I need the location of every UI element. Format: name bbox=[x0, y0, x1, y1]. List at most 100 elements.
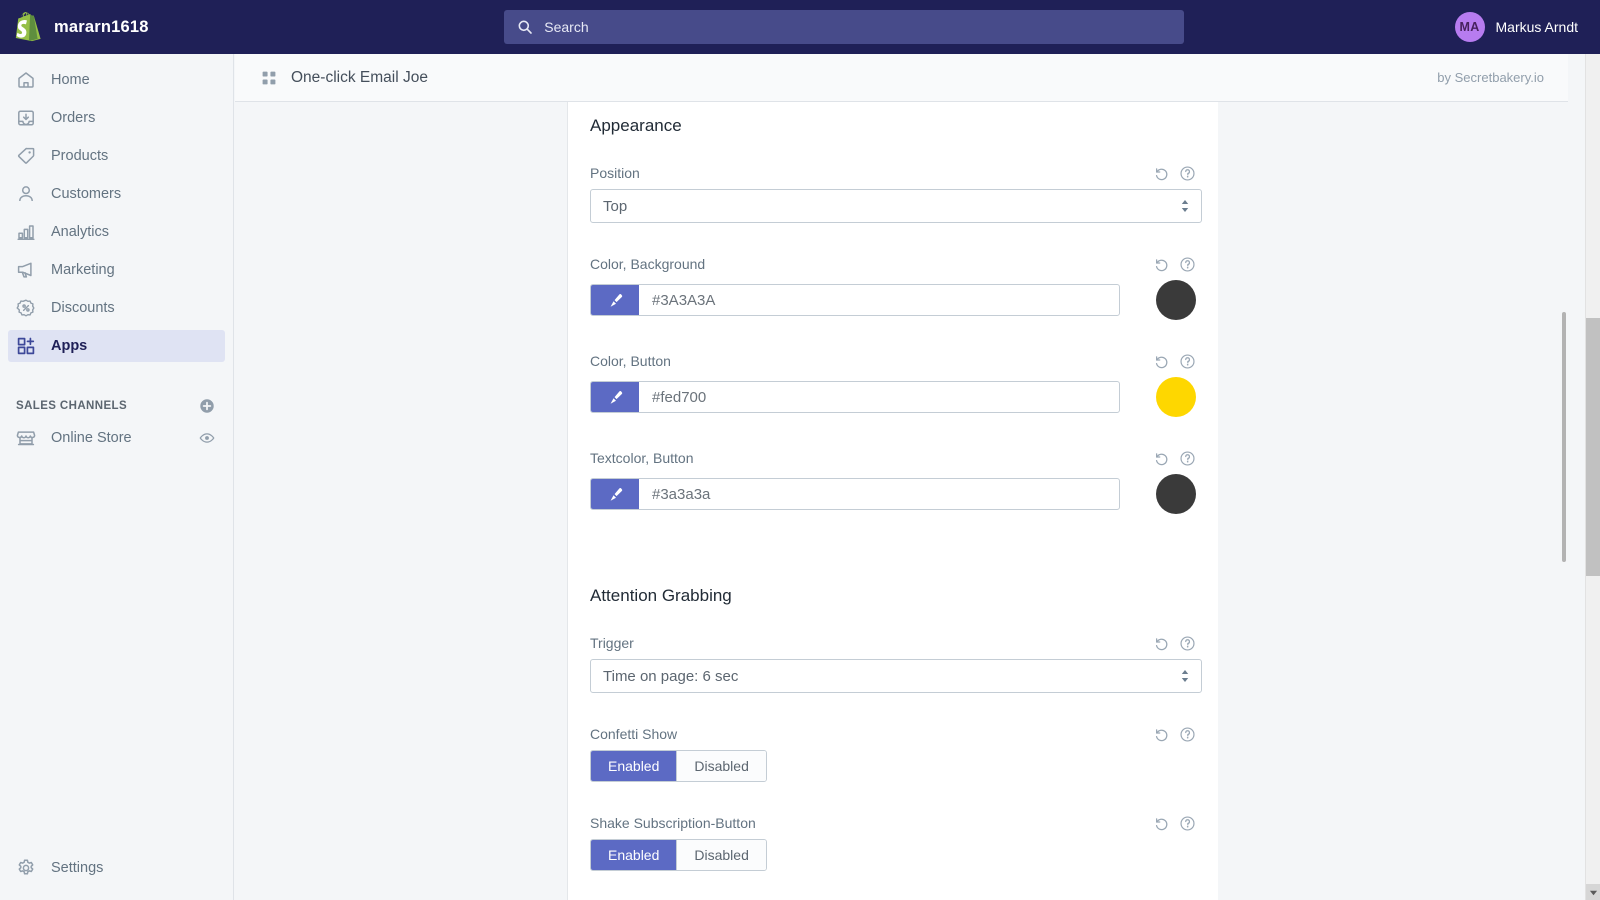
sidebar-item-label: Home bbox=[51, 72, 90, 88]
storefront-icon bbox=[16, 431, 36, 446]
field-label: Color, Button bbox=[590, 353, 671, 369]
field-actions bbox=[1153, 353, 1196, 370]
app-header-left: One-click Email Joe bbox=[261, 69, 428, 87]
field-trigger: Trigger Time on page: 6 sec bbox=[590, 632, 1202, 693]
reset-arrow-icon[interactable] bbox=[1153, 815, 1170, 832]
question-circle-icon[interactable] bbox=[1179, 635, 1196, 652]
color-row bbox=[590, 280, 1196, 320]
color-background-swatch bbox=[1156, 280, 1196, 320]
trigger-select-value: Time on page: 6 sec bbox=[603, 667, 739, 685]
app-inner-scrollbar[interactable] bbox=[1562, 102, 1568, 900]
sidebar-item-products[interactable]: Products bbox=[8, 140, 225, 172]
apps-grid-icon bbox=[262, 71, 276, 84]
sidebar-item-label: Apps bbox=[51, 338, 88, 354]
window-scrollbar-thumb[interactable] bbox=[1586, 318, 1600, 576]
confetti-show-enabled-option[interactable]: Enabled bbox=[591, 751, 677, 781]
sidebar-item-home[interactable]: Home bbox=[8, 64, 225, 96]
field-actions bbox=[1153, 635, 1196, 652]
field-color-button: Color, Button bbox=[590, 350, 1196, 417]
app-vendor: by Secretbakery.io bbox=[1437, 70, 1544, 85]
app-frame: One-click Email Joe by Secretbakery.io A… bbox=[235, 54, 1568, 900]
sidebar-nav: Home Orders Products Customers Analytics… bbox=[0, 54, 233, 362]
field-header: Shake Subscription-Button bbox=[590, 812, 1196, 834]
section-heading-appearance: Appearance bbox=[590, 116, 682, 135]
color-picker-button[interactable] bbox=[591, 382, 639, 412]
reset-arrow-icon[interactable] bbox=[1153, 353, 1170, 370]
app-inner-scrollbar-thumb[interactable] bbox=[1562, 312, 1566, 562]
sidebar-item-online-store[interactable]: Online Store bbox=[8, 422, 225, 454]
field-label: Confetti Show bbox=[590, 726, 678, 742]
field-confetti-show: Confetti Show Enabled Disabled bbox=[590, 723, 1196, 782]
field-header: Textcolor, Button bbox=[590, 447, 1196, 469]
search-container: Search bbox=[234, 10, 1455, 44]
sidebar-item-label: Discounts bbox=[51, 300, 115, 316]
reset-arrow-icon[interactable] bbox=[1153, 165, 1170, 182]
customer-person-icon bbox=[19, 186, 33, 202]
textcolor-button-input[interactable] bbox=[639, 479, 1119, 509]
question-circle-icon[interactable] bbox=[1179, 450, 1196, 467]
sidebar-item-orders[interactable]: Orders bbox=[8, 102, 225, 134]
sidebar-item-customers[interactable]: Customers bbox=[8, 178, 225, 210]
reset-arrow-icon[interactable] bbox=[1153, 256, 1170, 273]
sidebar-item-analytics[interactable]: Analytics bbox=[8, 216, 225, 248]
field-label: Shake Subscription-Button bbox=[590, 815, 756, 831]
field-header: Confetti Show bbox=[590, 723, 1196, 745]
field-header: Color, Button bbox=[590, 350, 1196, 372]
question-circle-icon[interactable] bbox=[1179, 726, 1196, 743]
search-input[interactable]: Search bbox=[504, 10, 1185, 44]
field-header: Trigger bbox=[590, 632, 1196, 654]
user-menu[interactable]: MA Markus Arndt bbox=[1454, 12, 1600, 42]
settings-card: Appearance Position Top Color, Backgroun… bbox=[568, 102, 1218, 900]
scrollbar-down-button[interactable] bbox=[1586, 884, 1600, 900]
reset-arrow-icon[interactable] bbox=[1153, 450, 1170, 467]
field-actions bbox=[1153, 165, 1196, 182]
store-name: mararn1618 bbox=[54, 17, 149, 36]
discount-percent-icon bbox=[16, 299, 35, 317]
sidebar-item-label: Products bbox=[51, 148, 109, 164]
confetti-show-disabled-option[interactable]: Disabled bbox=[676, 751, 766, 781]
color-background-input[interactable] bbox=[639, 285, 1119, 315]
sidebar-item-label: Settings bbox=[51, 860, 104, 876]
stepper-updown-icon bbox=[1181, 200, 1189, 212]
question-circle-icon[interactable] bbox=[1179, 165, 1196, 182]
top-bar: mararn1618 Search MA Markus Arndt bbox=[0, 0, 1600, 54]
field-actions bbox=[1153, 256, 1196, 273]
position-select[interactable]: Top bbox=[590, 189, 1202, 223]
window-vertical-scrollbar[interactable] bbox=[1585, 54, 1600, 900]
shopify-bag-icon bbox=[15, 12, 41, 42]
shake-enabled-option[interactable]: Enabled bbox=[591, 840, 677, 870]
stepper-updown-icon bbox=[1181, 670, 1189, 682]
paintbrush-icon bbox=[610, 293, 622, 307]
sales-channels-title: SALES CHANNELS bbox=[16, 400, 128, 412]
reset-arrow-icon[interactable] bbox=[1153, 726, 1170, 743]
store-brand[interactable]: mararn1618 bbox=[0, 0, 234, 54]
chevron-down-icon bbox=[1589, 890, 1598, 895]
question-circle-icon[interactable] bbox=[1179, 256, 1196, 273]
analytics-bars-icon bbox=[17, 225, 35, 241]
field-color-background: Color, Background bbox=[590, 253, 1196, 320]
textcolor-button-swatch bbox=[1156, 474, 1196, 514]
color-button-swatch bbox=[1156, 377, 1196, 417]
shake-disabled-option[interactable]: Disabled bbox=[676, 840, 766, 870]
plus-circle-icon[interactable] bbox=[199, 398, 215, 414]
color-input-group bbox=[590, 381, 1120, 413]
sidebar-item-apps[interactable]: Apps bbox=[8, 330, 225, 362]
field-label: Textcolor, Button bbox=[590, 450, 694, 466]
eye-icon[interactable] bbox=[199, 430, 215, 446]
color-picker-button[interactable] bbox=[591, 479, 639, 509]
reset-arrow-icon[interactable] bbox=[1153, 635, 1170, 652]
question-circle-icon[interactable] bbox=[1179, 353, 1196, 370]
gear-icon bbox=[18, 859, 34, 875]
color-input-group bbox=[590, 478, 1120, 510]
apps-grid-plus-icon bbox=[17, 337, 35, 355]
search-placeholder: Search bbox=[544, 19, 589, 35]
sidebar-item-label: Online Store bbox=[51, 430, 132, 446]
sidebar-item-settings[interactable]: Settings bbox=[0, 858, 103, 878]
color-button-input[interactable] bbox=[639, 382, 1119, 412]
color-picker-button[interactable] bbox=[591, 285, 639, 315]
field-header: Color, Background bbox=[590, 253, 1196, 275]
sidebar-item-marketing[interactable]: Marketing bbox=[8, 254, 225, 286]
question-circle-icon[interactable] bbox=[1179, 815, 1196, 832]
trigger-select[interactable]: Time on page: 6 sec bbox=[590, 659, 1202, 693]
sidebar-item-discounts[interactable]: Discounts bbox=[8, 292, 225, 324]
